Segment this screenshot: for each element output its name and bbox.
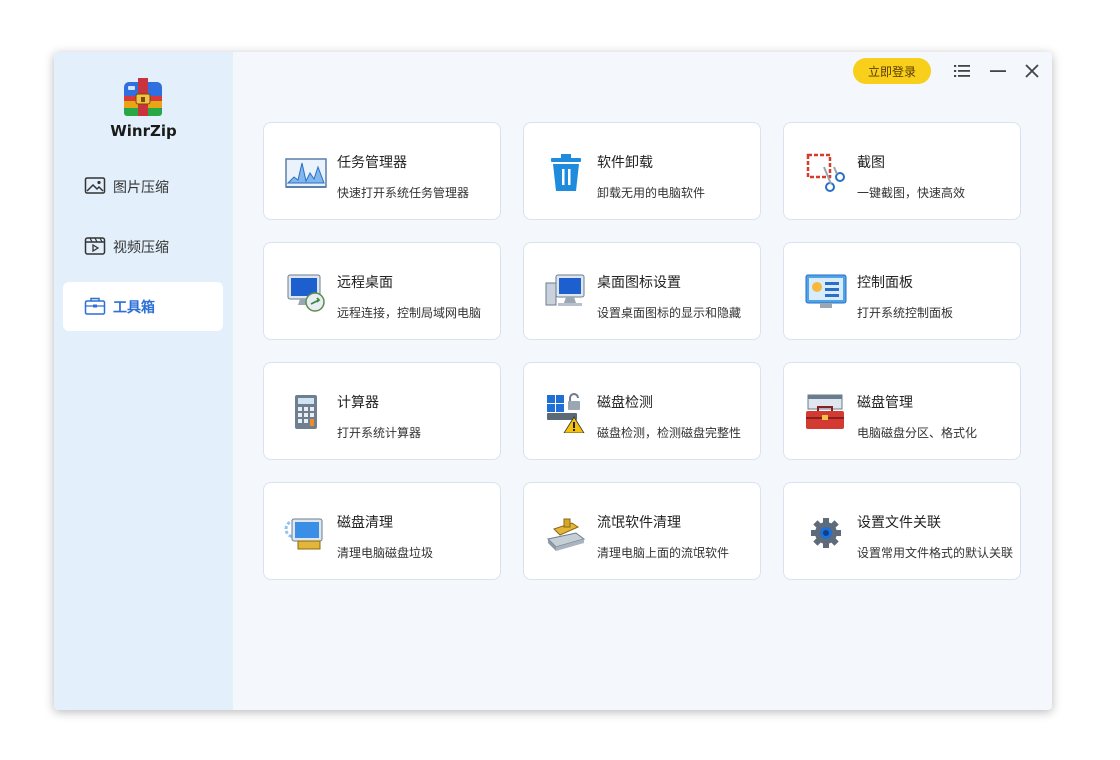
- calculator-icon: [295, 395, 317, 429]
- sidebar-item-label: 图片压缩: [113, 179, 169, 196]
- app-window: WinrZip 图片压缩 视频压缩 工具箱 立即登录 任务管理器 快速打开系统任…: [54, 52, 1052, 710]
- tool-title: 磁盘清理: [337, 515, 393, 531]
- sidebar-item-image-compress[interactable]: 图片压缩: [63, 162, 223, 211]
- tool-title: 软件卸载: [597, 155, 653, 171]
- close-icon[interactable]: [1023, 62, 1041, 80]
- tool-card-rogue-software-cleanup[interactable]: 流氓软件清理 清理电脑上面的流氓软件: [523, 482, 761, 580]
- minimize-icon[interactable]: [989, 62, 1007, 80]
- toolbox-icon: [84, 297, 106, 315]
- tool-description: 设置桌面图标的显示和隐藏: [597, 306, 742, 320]
- tool-description: 打开系统计算器: [337, 426, 422, 440]
- sidebar: WinrZip 图片压缩 视频压缩 工具箱: [54, 52, 233, 710]
- remote-desktop-icon: [287, 274, 325, 312]
- login-button[interactable]: 立即登录: [853, 58, 931, 84]
- sidebar-item-label: 工具箱: [113, 299, 155, 316]
- tool-card-disk-management[interactable]: 磁盘管理 电脑磁盘分区、格式化: [783, 362, 1021, 460]
- rogue-software-cleanup-icon: [546, 518, 586, 551]
- tool-title: 计算器: [337, 395, 379, 411]
- trash-icon: [551, 154, 581, 191]
- tool-title: 磁盘检测: [597, 395, 653, 411]
- tool-description: 磁盘检测，检测磁盘完整性: [597, 426, 742, 440]
- tool-card-task-manager[interactable]: 任务管理器 快速打开系统任务管理器: [263, 122, 501, 220]
- tool-card-calculator[interactable]: 计算器 打开系统计算器: [263, 362, 501, 460]
- sidebar-item-video-compress[interactable]: 视频压缩: [63, 222, 223, 271]
- sidebar-item-label: 视频压缩: [113, 239, 169, 256]
- task-manager-icon: [285, 158, 327, 188]
- desktop-icon-settings-icon: [545, 274, 585, 306]
- disk-check-icon: [547, 393, 585, 433]
- disk-cleanup-icon: [284, 518, 323, 550]
- tool-description: 电脑磁盘分区、格式化: [857, 426, 978, 440]
- winrzip-logo-icon: [124, 78, 162, 116]
- sidebar-item-toolbox[interactable]: 工具箱: [63, 282, 223, 331]
- tool-title: 控制面板: [857, 275, 913, 291]
- tool-card-desktop-icon-settings[interactable]: 桌面图标设置 设置桌面图标的显示和隐藏: [523, 242, 761, 340]
- control-panel-icon: [805, 274, 847, 308]
- tool-card-control-panel[interactable]: 控制面板 打开系统控制面板: [783, 242, 1021, 340]
- main-panel: 立即登录 任务管理器 快速打开系统任务管理器 软件卸载 卸载无用的电脑软件 截图…: [233, 52, 1052, 710]
- app-name: WinrZip: [110, 122, 177, 140]
- tool-card-file-association[interactable]: 设置文件关联 设置常用文件格式的默认关联: [783, 482, 1021, 580]
- tool-title: 截图: [857, 155, 885, 171]
- tool-title: 流氓软件清理: [597, 515, 681, 531]
- tool-title: 设置文件关联: [857, 515, 941, 531]
- image-icon: [84, 177, 106, 194]
- tool-description: 远程连接，控制局域网电脑: [337, 306, 482, 320]
- tool-title: 任务管理器: [337, 155, 407, 171]
- tool-card-disk-check[interactable]: 磁盘检测 磁盘检测，检测磁盘完整性: [523, 362, 761, 460]
- tool-title: 桌面图标设置: [597, 275, 681, 291]
- tool-card-screenshot[interactable]: 截图 一键截图，快速高效: [783, 122, 1021, 220]
- file-association-gear-icon: [811, 518, 841, 548]
- tool-description: 一键截图，快速高效: [857, 186, 966, 200]
- disk-management-icon: [806, 394, 844, 429]
- tool-description: 设置常用文件格式的默认关联: [857, 546, 1014, 560]
- tool-card-disk-cleanup[interactable]: 磁盘清理 清理电脑磁盘垃圾: [263, 482, 501, 580]
- tool-description: 清理电脑上面的流氓软件: [597, 546, 730, 560]
- tool-description: 卸载无用的电脑软件: [597, 186, 706, 200]
- menu-list-icon[interactable]: [953, 62, 971, 80]
- tool-title: 磁盘管理: [857, 395, 913, 411]
- tool-card-software-uninstall[interactable]: 软件卸载 卸载无用的电脑软件: [523, 122, 761, 220]
- screenshot-icon: [806, 153, 845, 192]
- tool-card-remote-desktop[interactable]: 远程桌面 远程连接，控制局域网电脑: [263, 242, 501, 340]
- tool-description: 打开系统控制面板: [857, 306, 954, 320]
- tool-description: 快速打开系统任务管理器: [337, 186, 470, 200]
- tool-title: 远程桌面: [337, 275, 393, 291]
- video-icon: [84, 237, 106, 255]
- tool-description: 清理电脑磁盘垃圾: [337, 546, 434, 560]
